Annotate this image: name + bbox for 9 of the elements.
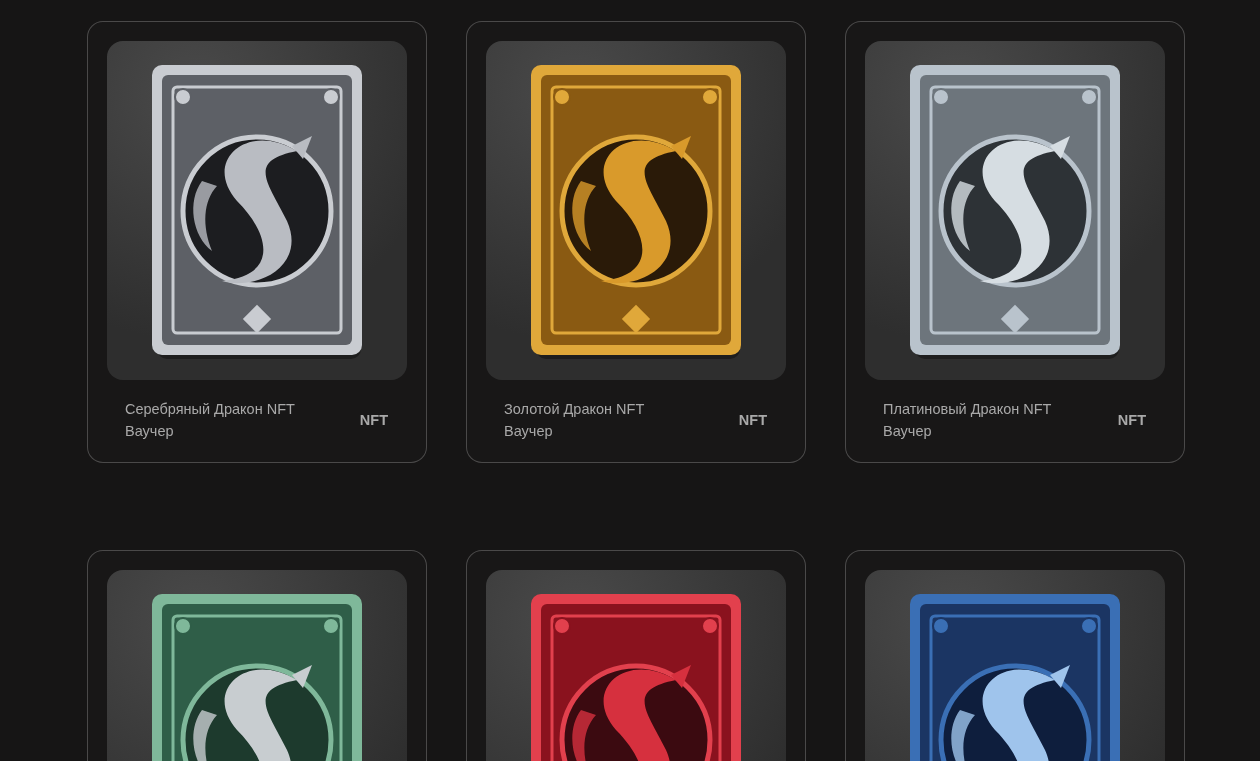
card-title: Золотой Дракон NFT Ваучер bbox=[504, 400, 646, 441]
card-title: Серебряный Дракон NFT Ваучер bbox=[125, 400, 296, 441]
nft-card[interactable]: Серебряный Дракон NFT Ваучер NFT bbox=[87, 21, 427, 463]
nft-card[interactable]: Платиновый Дракон NFT Ваучер NFT bbox=[845, 21, 1185, 463]
nft-card[interactable]: Золотой Дракон NFT Ваучер NFT bbox=[466, 21, 806, 463]
nft-label: NFT bbox=[1117, 412, 1146, 428]
nft-label: NFT bbox=[359, 412, 388, 428]
nft-label: NFT bbox=[738, 412, 767, 428]
card-title: Платиновый Дракон NFT Ваучер bbox=[883, 400, 1053, 441]
